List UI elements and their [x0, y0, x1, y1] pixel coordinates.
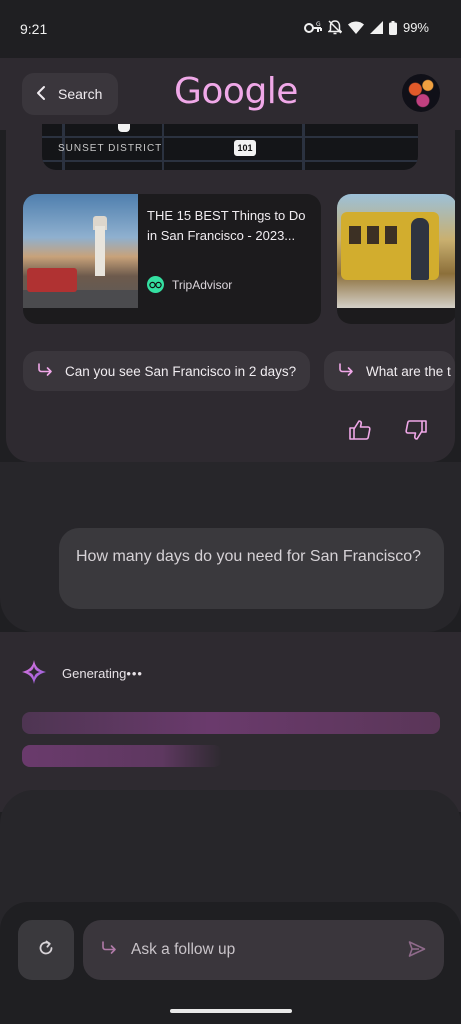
suggestion-chip[interactable]: What are the t — [324, 351, 455, 391]
map-preview[interactable]: SUNSET DISTRICT 101 — [42, 124, 418, 170]
wifi-icon — [347, 21, 364, 34]
notifications-off-icon — [327, 20, 342, 35]
generating-status: Generating••• — [62, 666, 143, 681]
answer-card: SUNSET DISTRICT 101 THE 15 BEST Things t… — [6, 124, 455, 462]
input-bar: Ask a follow up — [0, 902, 461, 998]
result-source: TripAdvisor — [147, 276, 232, 293]
thumb-down-icon[interactable] — [405, 420, 427, 445]
follow-up-input[interactable]: Ask a follow up — [83, 920, 444, 980]
ferry-building-photo — [23, 194, 138, 308]
refresh-button[interactable] — [18, 920, 74, 980]
battery-icon — [388, 20, 397, 35]
signal-icon — [369, 21, 383, 34]
sparkle-icon — [22, 660, 46, 689]
suggestion-chip[interactable]: Can you see San Francisco in 2 days? — [23, 351, 310, 391]
subdirectory-arrow-icon — [338, 362, 354, 380]
refresh-icon — [37, 939, 55, 962]
result-card[interactable]: THE 15 BEST Things to Do in San Francisc… — [23, 194, 321, 324]
avatar[interactable] — [402, 74, 440, 112]
subdirectory-arrow-icon — [37, 362, 53, 380]
send-icon[interactable] — [408, 940, 426, 963]
suggestion-label: What are the t — [366, 363, 451, 379]
status-icons: G 99% — [303, 20, 429, 35]
google-logo: Google — [174, 71, 298, 112]
generating-label: Generating — [62, 666, 127, 681]
battery-percent: 99% — [402, 20, 429, 35]
status-bar: 9:21 G 99% — [0, 0, 461, 58]
status-time: 9:21 — [20, 21, 48, 37]
thumb-up-icon[interactable] — [349, 420, 371, 445]
subdirectory-arrow-icon — [101, 940, 117, 960]
navigation-bar — [0, 998, 461, 1024]
user-query-bubble: How many days do you need for San Franci… — [59, 528, 444, 609]
suggestion-label: Can you see San Francisco in 2 days? — [65, 363, 297, 379]
result-title: THE 15 BEST Things to Do in San Francisc… — [147, 208, 306, 243]
search-button-label: Search — [58, 86, 103, 102]
route-shield: 101 — [234, 140, 256, 156]
back-arrow-icon — [34, 85, 48, 104]
gesture-handle[interactable] — [170, 1009, 292, 1013]
svg-text:G: G — [316, 21, 321, 28]
loading-skeleton-bar — [22, 745, 222, 767]
tripadvisor-icon — [147, 276, 164, 293]
result-source-label: TripAdvisor — [172, 277, 233, 292]
cable-car-photo — [337, 194, 455, 308]
loading-skeleton-bar — [22, 712, 440, 734]
map-district-label: SUNSET DISTRICT — [58, 143, 163, 154]
result-card[interactable] — [337, 194, 455, 324]
vpn-key-icon: G — [303, 21, 322, 35]
search-button[interactable]: Search — [22, 73, 118, 115]
follow-up-placeholder: Ask a follow up — [131, 941, 236, 958]
user-query-section: How many days do you need for San Franci… — [0, 462, 461, 632]
header: Search Google — [0, 58, 461, 130]
response-section: Generating••• — [0, 632, 461, 812]
map-pin — [118, 124, 130, 132]
generating-dots: ••• — [126, 666, 143, 681]
